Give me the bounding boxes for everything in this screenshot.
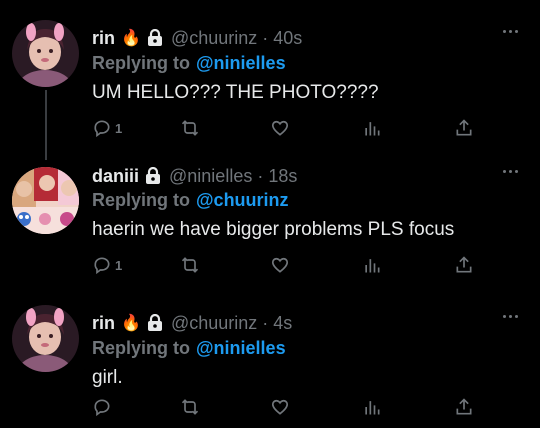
avatar-image	[12, 20, 79, 87]
analytics-icon	[365, 401, 380, 415]
separator-dot: ·	[262, 27, 269, 48]
avatar[interactable]	[12, 305, 79, 372]
lock-icon	[145, 167, 161, 185]
avatar-image	[12, 305, 79, 372]
replying-to: Replying to @chuurinz	[92, 190, 289, 211]
conversation-thread: rin 🔥 @chuurinz · 40s Replying to @niniel…	[0, 0, 540, 428]
tweet-header: rin 🔥 @chuurinz · 4s	[92, 312, 292, 334]
analytics-icon	[365, 122, 380, 136]
tweet-header: daniii @ninielles · 18s	[92, 165, 297, 187]
reply-icon	[94, 120, 110, 138]
user-handle[interactable]: @chuurinz	[171, 313, 257, 334]
tweet-actions: 1	[92, 118, 482, 142]
share-button[interactable]	[454, 118, 474, 138]
retweet-icon	[181, 120, 199, 136]
share-icon	[456, 256, 472, 273]
replying-to-handle[interactable]: @chuurinz	[196, 190, 289, 210]
analytics-icon	[365, 259, 380, 273]
tweet-actions	[92, 397, 482, 421]
like-button[interactable]	[270, 255, 290, 275]
replying-to: Replying to @ninielles	[92, 53, 286, 74]
retweet-icon	[181, 257, 199, 273]
retweet-icon	[181, 399, 199, 415]
like-icon	[271, 399, 289, 415]
reply-count: 1	[115, 120, 123, 136]
analytics-button[interactable]	[362, 397, 382, 417]
tweet-actions: 1	[92, 255, 482, 279]
lock-icon	[147, 314, 163, 332]
lock-icon	[147, 29, 163, 47]
replying-label: Replying to	[92, 53, 190, 73]
more-icon[interactable]	[503, 170, 518, 173]
retweet-button[interactable]	[180, 397, 200, 417]
like-icon	[271, 120, 289, 136]
replying-label: Replying to	[92, 338, 190, 358]
retweet-button[interactable]	[180, 118, 200, 138]
separator-dot: ·	[262, 312, 269, 333]
share-icon	[456, 398, 472, 415]
tweet-header: rin 🔥 @chuurinz · 40s	[92, 27, 302, 49]
replying-to-handle[interactable]: @ninielles	[196, 338, 286, 358]
like-icon	[271, 257, 289, 273]
retweet-button[interactable]	[180, 255, 200, 275]
tweet[interactable]: daniii @ninielles · 18s Replying to @chuu…	[0, 145, 540, 285]
reply-button[interactable]: 1	[92, 255, 122, 275]
reply-icon	[94, 257, 110, 275]
share-button[interactable]	[454, 397, 474, 417]
tweet-text: girl.	[92, 367, 123, 388]
like-button[interactable]	[270, 118, 290, 138]
user-handle[interactable]: @chuurinz	[171, 28, 257, 49]
tweet[interactable]: rin 🔥 @chuurinz · 4s Replying to @niniell…	[0, 285, 540, 428]
replying-label: Replying to	[92, 190, 190, 210]
reply-icon	[94, 399, 110, 417]
reply-button[interactable]	[92, 397, 115, 417]
more-icon[interactable]	[503, 30, 518, 33]
separator-dot: ·	[257, 165, 264, 186]
reply-count: 1	[115, 257, 123, 273]
analytics-button[interactable]	[362, 255, 382, 275]
display-name[interactable]: daniii	[92, 166, 139, 187]
fire-emoji: 🔥	[121, 30, 141, 47]
reply-button[interactable]: 1	[92, 118, 122, 138]
timestamp[interactable]: 18s	[268, 166, 297, 187]
replying-to: Replying to @ninielles	[92, 338, 286, 359]
share-button[interactable]	[454, 255, 474, 275]
avatar-image	[12, 167, 79, 234]
like-button[interactable]	[270, 397, 290, 417]
fire-emoji: 🔥	[121, 315, 141, 332]
timestamp[interactable]: 40s	[273, 28, 302, 49]
share-icon	[456, 119, 472, 136]
replying-to-handle[interactable]: @ninielles	[196, 53, 286, 73]
user-handle[interactable]: @ninielles	[169, 166, 252, 187]
analytics-button[interactable]	[362, 118, 382, 138]
tweet-text: UM HELLO??? THE PHOTO????	[92, 82, 379, 103]
avatar[interactable]	[12, 167, 79, 234]
more-icon[interactable]	[503, 315, 518, 318]
display-name[interactable]: rin	[92, 313, 115, 334]
timestamp[interactable]: 4s	[273, 313, 292, 334]
display-name[interactable]: rin	[92, 28, 115, 49]
tweet-text: haerin we have bigger problems PLS focus	[92, 219, 455, 240]
tweet[interactable]: rin 🔥 @chuurinz · 40s Replying to @niniel…	[0, 0, 540, 145]
avatar[interactable]	[12, 20, 79, 87]
